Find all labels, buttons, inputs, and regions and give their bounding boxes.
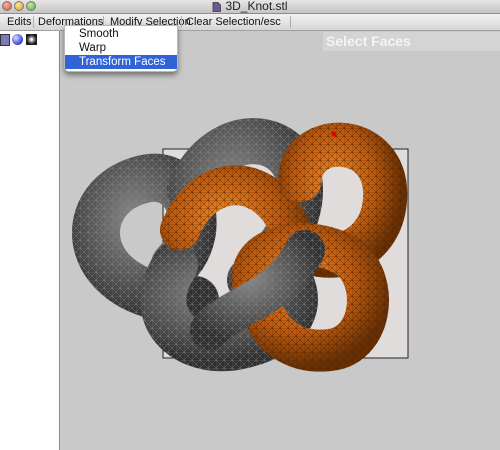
sphere-icon[interactable]	[12, 34, 23, 45]
menu-item-smooth[interactable]: Smooth	[65, 27, 177, 41]
square-icon[interactable]	[26, 34, 37, 45]
window-title: 3D_Knot.stl	[225, 0, 288, 13]
window-title-wrap: 3D_Knot.stl	[0, 0, 500, 13]
title-bar: 3D_Knot.stl	[0, 0, 500, 14]
3d-viewport[interactable]: Select Faces	[60, 31, 500, 450]
selection-marker	[331, 131, 337, 137]
left-panel	[0, 31, 60, 450]
menu-item-transform-faces[interactable]: Transform Faces	[65, 55, 177, 69]
select-mode-icon[interactable]	[0, 34, 10, 46]
menu-divider	[33, 16, 34, 28]
deformations-dropdown: Smooth Warp Transform Faces	[64, 25, 178, 72]
menu-item-warp[interactable]: Warp	[65, 41, 177, 55]
menu-divider	[181, 16, 182, 28]
menu-edits[interactable]: Edits	[4, 15, 34, 29]
menu-clear-selection[interactable]: Clear Selection/esc	[183, 15, 284, 29]
menu-divider	[290, 16, 291, 28]
mode-label: Select Faces	[323, 32, 500, 51]
knot-scene[interactable]	[60, 31, 500, 450]
document-icon	[213, 1, 222, 12]
